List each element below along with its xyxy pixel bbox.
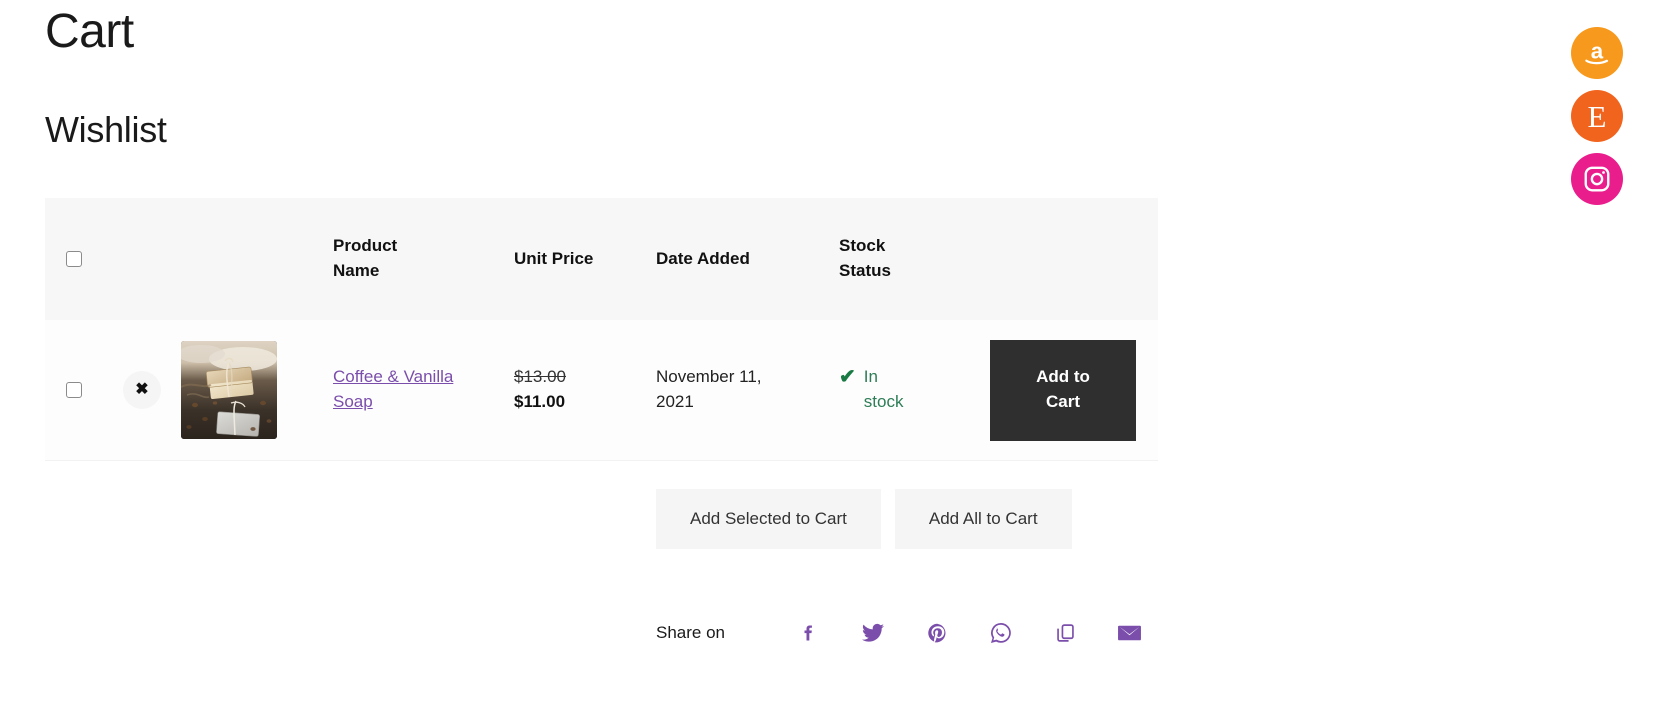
table-header-row: Product Name Unit Price Date Added Stock… xyxy=(45,198,1158,320)
wishlist-page: Cart Wishlist Product Name Unit Price Da… xyxy=(0,0,1661,709)
bulk-action-bar: Add Selected to Cart Add All to Cart xyxy=(656,489,1072,549)
date-added-value: November 11, 2021 xyxy=(656,367,762,411)
product-name-link[interactable]: Coffee & Vanilla Soap xyxy=(333,365,458,414)
twitter-icon[interactable] xyxy=(841,620,905,646)
email-icon[interactable] xyxy=(1097,620,1161,646)
share-bar: Share on xyxy=(656,620,1161,646)
row-thumbnail-cell xyxy=(179,341,333,439)
table-row: ✖ Coffee & Vanilla Soap $13.00 $11.00 No… xyxy=(45,320,1158,461)
header-stock-status-label: Stock Status xyxy=(839,236,891,280)
twitter-glyph xyxy=(862,623,884,642)
row-select-cell xyxy=(45,382,105,398)
pinterest-icon[interactable] xyxy=(905,620,969,646)
whatsapp-icon[interactable] xyxy=(969,620,1033,646)
copy-glyph xyxy=(1056,624,1074,642)
share-label: Share on xyxy=(656,623,725,642)
row-select-checkbox[interactable] xyxy=(66,382,82,398)
header-product-name-label: Product Name xyxy=(333,236,398,280)
add-selected-to-cart-button[interactable]: Add Selected to Cart xyxy=(656,489,881,549)
instagram-icon[interactable] xyxy=(1571,153,1623,205)
row-stock-status-cell: ✔ In stock xyxy=(839,365,990,414)
add-to-cart-button[interactable]: Add to Cart xyxy=(990,339,1136,441)
header-date-added-label: Date Added xyxy=(656,248,750,268)
header-unit-price-cell: Unit Price xyxy=(514,247,656,272)
stock-status-text: In stock xyxy=(863,367,904,411)
pinterest-glyph xyxy=(927,623,945,643)
wishlist-table: Product Name Unit Price Date Added Stock… xyxy=(45,198,1158,461)
row-product-name-cell: Coffee & Vanilla Soap xyxy=(333,365,514,414)
envelope-glyph xyxy=(1117,625,1141,641)
header-product-name-cell: Product Name xyxy=(333,234,514,283)
header-unit-price-label: Unit Price xyxy=(514,248,594,268)
price-sale: $11.00 xyxy=(514,392,566,411)
copy-link-icon[interactable] xyxy=(1033,620,1097,646)
row-remove-cell: ✖ xyxy=(105,371,179,409)
select-all-checkbox[interactable] xyxy=(66,251,82,267)
section-title-wishlist: Wishlist xyxy=(45,109,167,150)
remove-item-button[interactable]: ✖ xyxy=(123,371,161,409)
price-original: $13.00 xyxy=(514,367,566,387)
check-icon: ✔ xyxy=(839,366,856,389)
row-action-cell: Add to Cart xyxy=(990,339,1158,441)
amazon-icon[interactable]: a xyxy=(1571,27,1623,79)
header-select-all-cell xyxy=(45,251,105,267)
product-thumbnail[interactable] xyxy=(181,341,277,439)
header-stock-status-cell: Stock Status xyxy=(839,234,990,283)
soap-product-image xyxy=(181,341,277,439)
floating-social-bar: a E xyxy=(1571,27,1623,205)
svg-text:a: a xyxy=(1591,38,1604,63)
add-all-to-cart-button[interactable]: Add All to Cart xyxy=(894,489,1072,549)
etsy-letter: E xyxy=(1587,98,1607,134)
close-icon: ✖ xyxy=(135,381,149,398)
header-date-added-cell: Date Added xyxy=(656,247,839,272)
amazon-glyph: a xyxy=(1585,38,1609,65)
etsy-icon[interactable]: E xyxy=(1571,90,1623,142)
facebook-icon[interactable] xyxy=(777,620,841,646)
row-date-added-cell: November 11, 2021 xyxy=(656,365,839,414)
facebook-glyph xyxy=(804,625,812,641)
instagram-glyph xyxy=(1584,166,1610,192)
row-unit-price-cell: $13.00 $11.00 xyxy=(514,365,656,414)
stock-status-badge: ✔ In stock xyxy=(839,365,990,414)
page-title: Cart xyxy=(45,5,134,58)
whatsapp-glyph xyxy=(991,623,1011,643)
